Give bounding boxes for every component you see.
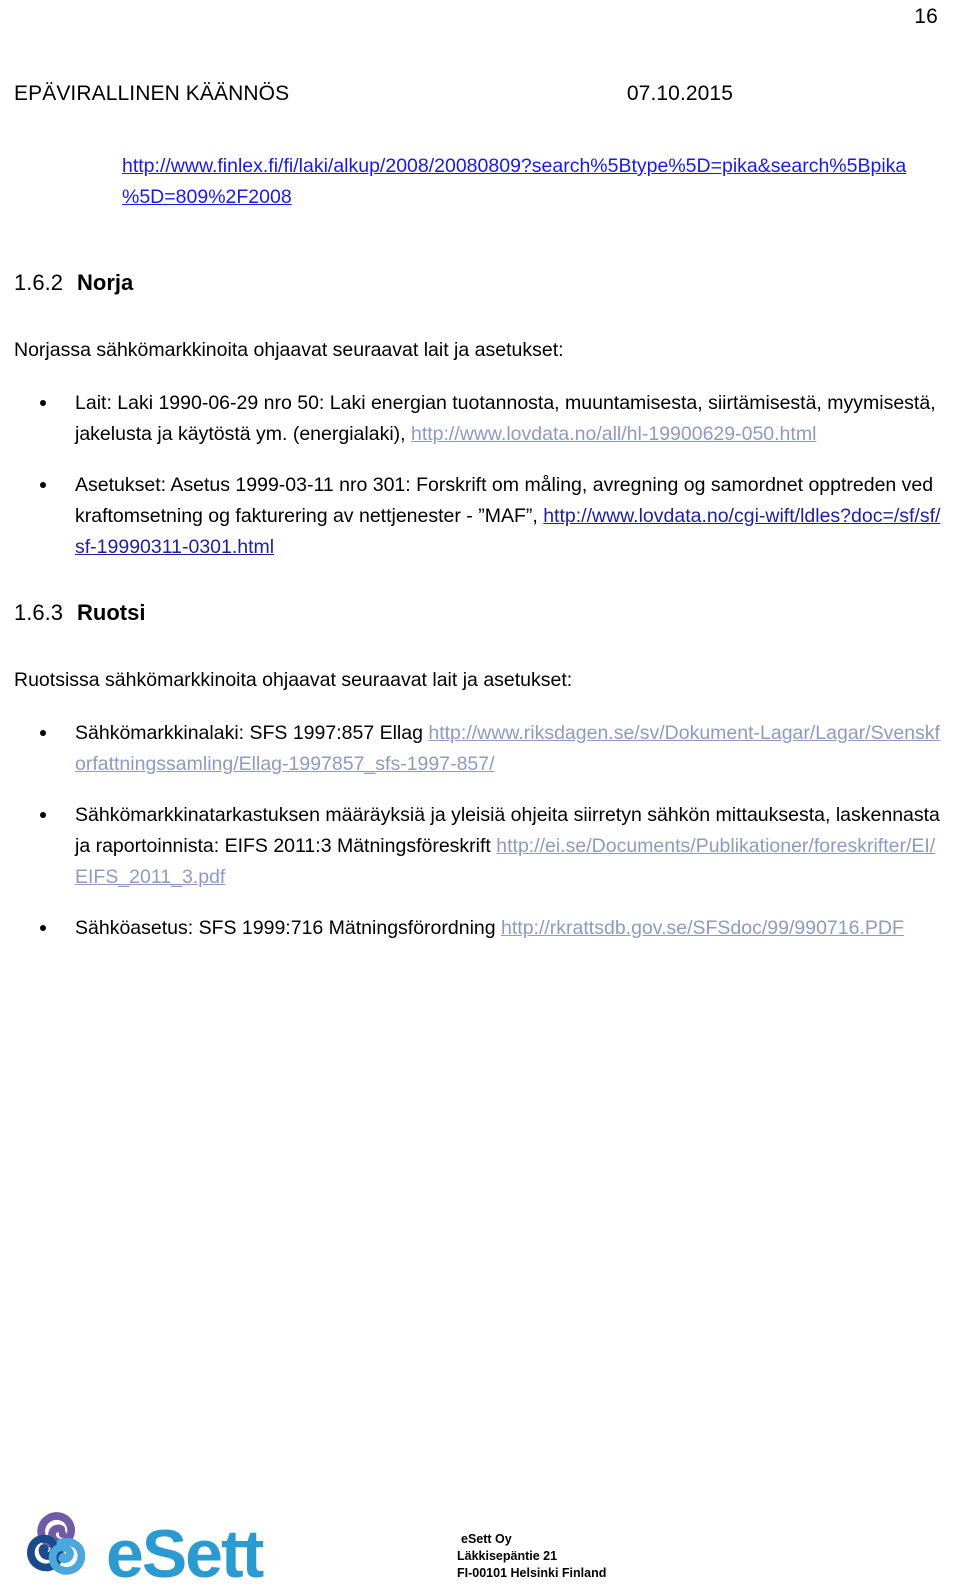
finlex-link-line1[interactable]: http://www.finlex.fi/fi/laki/alkup/2008/… xyxy=(122,155,906,177)
bullet-dot-icon xyxy=(40,482,46,488)
section-number: 1.6.3 xyxy=(14,600,63,625)
document-header: EPÄVIRALLINEN KÄÄNNÖS 07.10.2015 xyxy=(14,82,938,106)
section-number: 1.6.2 xyxy=(14,270,63,295)
finlex-link-line2[interactable]: %5D=809%2F2008 xyxy=(122,186,292,208)
top-url-block: http://www.finlex.fi/fi/laki/alkup/2008/… xyxy=(122,151,940,213)
list-item-link[interactable]: http://www.lovdata.no/all/hl-19900629-05… xyxy=(411,423,816,445)
page-number: 16 xyxy=(914,5,938,28)
bullet-dot-icon xyxy=(40,925,46,931)
section-intro-norja: Norjassa sähkömarkkinoita ohjaavat seura… xyxy=(14,339,564,361)
bullet-dot-icon xyxy=(40,812,46,818)
bullet-list-norja: Lait: Laki 1990-06-29 nro 50: Laki energ… xyxy=(0,388,960,563)
esett-triskelion-logo-icon xyxy=(27,1512,86,1575)
section-intro-ruotsi: Ruotsissa sähkömarkkinoita ohjaavat seur… xyxy=(14,669,573,691)
esett-wordmark: eSett xyxy=(106,1516,264,1586)
section-heading-norja: 1.6.2 Norja xyxy=(14,270,133,296)
section-heading-ruotsi: 1.6.3 Ruotsi xyxy=(14,600,145,626)
footer-company: eSett Oy xyxy=(461,1532,512,1546)
footer-address: eSett Oy Läkkisepäntie 21 FI-00101 Helsi… xyxy=(457,1531,606,1582)
list-item: Sähkömarkkinatarkastuksen määräyksiä ja … xyxy=(0,800,960,893)
footer-street: Läkkisepäntie 21 xyxy=(457,1549,558,1563)
bullet-list-ruotsi: Sähkömarkkinalaki: SFS 1997:857 Ellag ht… xyxy=(0,718,960,944)
list-item: Sähkömarkkinalaki: SFS 1997:857 Ellag ht… xyxy=(0,718,960,780)
footer-city: FI-00101 Helsinki Finland xyxy=(457,1566,607,1580)
list-item: Lait: Laki 1990-06-29 nro 50: Laki energ… xyxy=(0,388,960,450)
header-date: 07.10.2015 xyxy=(626,82,733,105)
list-item-text: Sähkömarkkinalaki: SFS 1997:857 Ellag xyxy=(75,722,429,744)
list-item-link[interactable]: http://rkrattsdb.gov.se/SFSdoc/99/990716… xyxy=(501,917,904,939)
bullet-dot-icon xyxy=(40,730,46,736)
list-item-text: Sähköasetus: SFS 1999:716 Mätningsförord… xyxy=(75,917,502,939)
bullet-dot-icon xyxy=(40,400,46,406)
list-item: Asetukset: Asetus 1999-03-11 nro 301: Fo… xyxy=(0,470,960,563)
list-item: Sähköasetus: SFS 1999:716 Mätningsförord… xyxy=(0,913,960,944)
esett-logo: eSett xyxy=(14,1500,264,1586)
section-title: Norja xyxy=(77,270,134,295)
document-page: 16 EPÄVIRALLINEN KÄÄNNÖS 07.10.2015 http… xyxy=(0,0,960,1586)
document-footer: eSett eSett Oy Läkkisepäntie 21 FI-00101… xyxy=(0,1466,960,1586)
section-title: Ruotsi xyxy=(77,600,146,625)
header-title: EPÄVIRALLINEN KÄÄNNÖS xyxy=(14,82,290,105)
